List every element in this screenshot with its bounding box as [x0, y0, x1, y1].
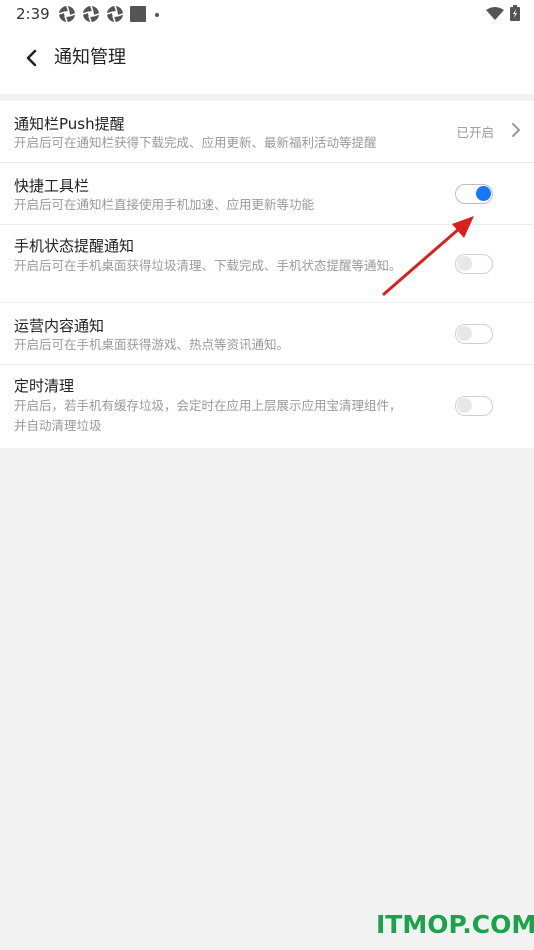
- setting-subtitle: 开启后可在通知栏直接使用手机加速、应用更新等功能: [14, 197, 315, 212]
- toggle-knob: [457, 398, 472, 413]
- setting-subtitle: 开启后可在通知栏获得下载完成、应用更新、最新福利活动等提醒: [14, 135, 377, 150]
- setting-row-operation-content: 运营内容通知 开启后可在手机桌面获得游戏、热点等资讯通知。: [0, 303, 534, 365]
- toggle-knob: [457, 326, 472, 341]
- status-bar: 2:39: [0, 0, 534, 28]
- chevron-right-icon: [512, 123, 520, 137]
- page-title: 通知管理: [54, 47, 126, 68]
- square-icon: [130, 6, 146, 26]
- quick-toolbar-toggle[interactable]: [455, 184, 493, 204]
- setting-title: 手机状态提醒通知: [14, 237, 135, 255]
- setting-row-scheduled-clean: 定时清理 开启后，若手机有缓存垃圾，会定时在应用上层展示应用宝清理组件，并自动清…: [0, 365, 534, 448]
- dot-icon: [152, 6, 162, 26]
- aperture-icon: [82, 5, 100, 27]
- app-header: 通知管理: [0, 28, 534, 94]
- status-time: 2:39: [16, 5, 50, 23]
- scheduled-clean-toggle[interactable]: [455, 396, 493, 416]
- setting-subtitle: 开启后可在手机桌面获得游戏、热点等资讯通知。: [14, 337, 290, 352]
- annotation-arrow-icon: [382, 216, 474, 296]
- battery-icon: [510, 5, 520, 25]
- setting-title: 快捷工具栏: [14, 177, 90, 195]
- setting-title: 运营内容通知: [14, 317, 105, 335]
- status-right-icons: [486, 5, 520, 25]
- watermark: ITMOP.COM: [376, 910, 534, 939]
- toggle-knob: [476, 186, 491, 201]
- setting-subtitle: 开启后，若手机有缓存垃圾，会定时在应用上层展示应用宝清理组件，并自动清理垃圾: [14, 398, 402, 433]
- setting-subtitle: 开启后可在手机桌面获得垃圾清理、下载完成、手机状态提醒等通知。: [14, 258, 402, 273]
- setting-row-push[interactable]: 通知栏Push提醒 开启后可在通知栏获得下载完成、应用更新、最新福利活动等提醒 …: [0, 101, 534, 163]
- status-icons: [58, 5, 162, 27]
- back-arrow-icon: [26, 49, 37, 67]
- aperture-icon: [106, 5, 124, 27]
- setting-title: 定时清理: [14, 377, 75, 395]
- aperture-icon: [58, 5, 76, 27]
- status-label: 已开启: [456, 125, 494, 140]
- setting-title: 通知栏Push提醒: [14, 115, 125, 133]
- wifi-icon: [486, 6, 504, 25]
- back-button[interactable]: [20, 46, 44, 70]
- operation-content-toggle[interactable]: [455, 324, 493, 344]
